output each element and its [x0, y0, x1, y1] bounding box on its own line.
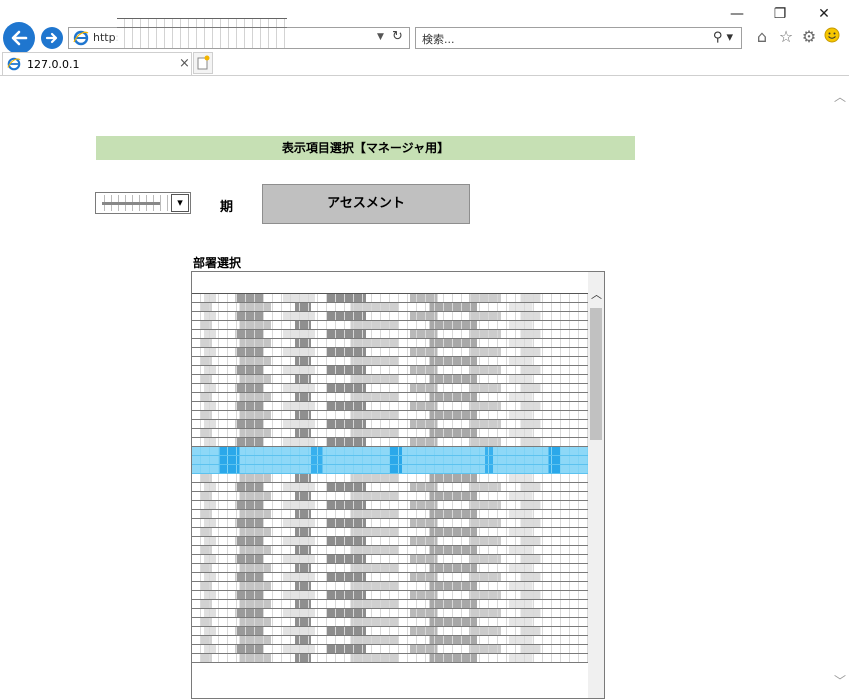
page-content: 表示項目選択【マネージャ用】 ▾ 期 アセスメント 部署選択 ︿ ︿ ﹀ — [0, 76, 849, 699]
department-listbox[interactable]: ︿ — [191, 271, 605, 699]
list-item[interactable] — [192, 321, 588, 330]
smiley-feedback-icon[interactable] — [822, 27, 842, 47]
masked-url-region — [117, 18, 287, 48]
list-item[interactable] — [192, 384, 588, 393]
search-input[interactable]: 検索... — [422, 31, 455, 47]
list-item[interactable] — [192, 393, 588, 402]
page-scroll-down-icon[interactable]: ﹀ — [834, 672, 846, 689]
list-item[interactable] — [192, 366, 588, 375]
list-item[interactable] — [192, 501, 588, 510]
list-item[interactable] — [192, 627, 588, 636]
new-tab-icon — [197, 55, 210, 70]
tab-close-icon[interactable]: × — [179, 56, 190, 71]
list-item[interactable] — [192, 519, 588, 528]
address-url: http: — [93, 31, 120, 44]
list-item[interactable] — [192, 618, 588, 627]
list-item[interactable] — [192, 339, 588, 348]
list-item[interactable] — [192, 492, 588, 501]
list-item[interactable] — [192, 591, 588, 600]
list-scrollbar[interactable]: ︿ — [588, 272, 604, 698]
period-label: 期 — [220, 200, 234, 215]
page-scroll-up-icon[interactable]: ︿ — [834, 88, 846, 105]
period-selected-value — [98, 195, 168, 211]
list-item[interactable] — [192, 420, 588, 429]
list-item[interactable] — [192, 537, 588, 546]
home-icon[interactable]: ⌂ — [752, 27, 772, 47]
list-item[interactable] — [192, 438, 588, 447]
tab-title: 127.0.0.1 — [27, 58, 80, 71]
list-item[interactable] — [192, 654, 588, 663]
forward-arrow-icon — [45, 32, 58, 44]
department-label: 部署選択 — [193, 256, 242, 270]
minimize-button[interactable]: — — [722, 4, 752, 24]
forward-button[interactable] — [41, 27, 63, 49]
address-dropdown-icon[interactable]: ▼ — [377, 32, 384, 42]
list-item[interactable] — [192, 510, 588, 519]
address-bar[interactable]: http: ▼ ↻ — [68, 18, 410, 49]
list-item[interactable] — [192, 555, 588, 564]
ie-logo-icon — [73, 30, 89, 46]
list-rows — [192, 294, 588, 663]
page-title: 表示項目選択【マネージャ用】 — [96, 136, 635, 160]
list-item[interactable] — [192, 348, 588, 357]
list-item[interactable] — [192, 330, 588, 339]
list-item[interactable] — [192, 294, 588, 303]
list-item[interactable] — [192, 474, 588, 483]
favorites-star-icon[interactable]: ☆ — [776, 27, 796, 47]
assessment-button[interactable]: アセスメント — [262, 184, 470, 224]
list-scroll-thumb[interactable] — [590, 308, 602, 440]
list-blank-row[interactable] — [192, 272, 588, 294]
list-item[interactable] — [192, 429, 588, 438]
list-item[interactable] — [192, 609, 588, 618]
search-box[interactable]: 検索... ⚲ ▾ — [415, 27, 742, 49]
settings-gear-icon[interactable]: ⚙ — [799, 27, 819, 47]
tab-ie-favicon-icon — [7, 57, 21, 71]
scroll-up-icon[interactable]: ︿ — [591, 286, 602, 302]
search-icon[interactable]: ⚲ ▾ — [713, 30, 733, 45]
new-tab-button[interactable] — [193, 52, 213, 74]
back-arrow-icon — [11, 30, 28, 46]
refresh-icon[interactable]: ↻ — [392, 29, 403, 44]
list-item[interactable] — [192, 312, 588, 321]
list-item[interactable] — [192, 636, 588, 645]
list-item[interactable] — [192, 528, 588, 537]
list-item-selected[interactable] — [192, 456, 588, 465]
back-button[interactable] — [3, 22, 35, 54]
chevron-down-icon[interactable]: ▾ — [171, 194, 189, 212]
smiley-face-svg — [824, 27, 840, 43]
close-window-button[interactable]: ✕ — [809, 4, 839, 24]
list-item[interactable] — [192, 645, 588, 654]
list-item[interactable] — [192, 582, 588, 591]
list-item-selected[interactable] — [192, 447, 588, 456]
list-item[interactable] — [192, 483, 588, 492]
list-item[interactable] — [192, 564, 588, 573]
list-item[interactable] — [192, 411, 588, 420]
list-item[interactable] — [192, 573, 588, 582]
browser-chrome: — ❐ ✕ http: ▼ ↻ 検索... ⚲ ▾ ⌂ ☆ ⚙ 127.0.0.… — [0, 0, 849, 76]
period-select[interactable]: ▾ — [95, 192, 191, 214]
list-item[interactable] — [192, 546, 588, 555]
list-item-selected[interactable] — [192, 465, 588, 474]
list-item[interactable] — [192, 600, 588, 609]
list-item[interactable] — [192, 357, 588, 366]
list-item[interactable] — [192, 375, 588, 384]
tab-active[interactable]: 127.0.0.1 × — [2, 52, 192, 76]
restore-button[interactable]: ❐ — [765, 4, 795, 24]
page-scrollbar[interactable]: ︿ ﹀ — [832, 76, 849, 699]
list-item[interactable] — [192, 402, 588, 411]
list-item[interactable] — [192, 303, 588, 312]
